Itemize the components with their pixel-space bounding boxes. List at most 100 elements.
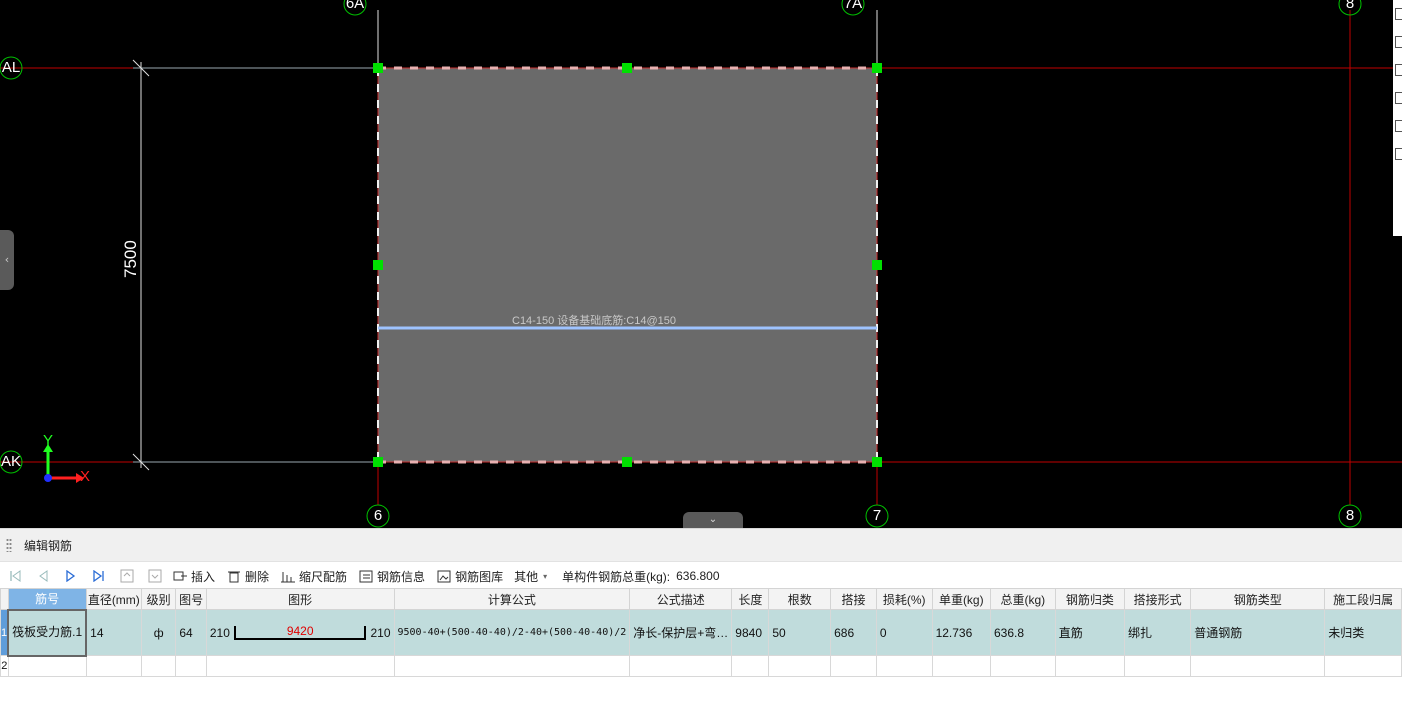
cell-unit-weight[interactable] [931,655,992,677]
rebar-label[interactable]: C14-150 设备基础底筋:C14@150 [512,312,676,328]
cell-lap-type[interactable] [1124,655,1192,677]
cell-rebar-type[interactable]: 普通钢筋 [1190,609,1326,656]
tool-icon[interactable] [1395,92,1402,104]
cell-length[interactable] [731,655,770,677]
scale-rebar-label: 缩尺配筋 [299,569,348,584]
grip-handle [872,260,882,270]
cell-loss[interactable] [875,655,933,677]
cell-formula[interactable] [393,655,631,677]
cell-shape[interactable] [205,655,395,677]
cell-total-weight[interactable] [990,655,1056,677]
column-header[interactable]: 钢筋类型 [1190,588,1326,610]
tool-icon[interactable] [1395,36,1402,48]
grip-handle [373,457,383,467]
bottom-panel-toggle[interactable]: ⌄ [683,512,743,528]
row-number[interactable]: 1 [0,609,9,656]
cell-diameter[interactable]: 14 [85,609,142,656]
cell-formula[interactable]: 9500-40+(500-40-40)/2-40+(500-40-40)/2 [393,609,631,656]
column-header[interactable]: 搭接形式 [1124,588,1192,610]
rebar-library-button[interactable]: 钢筋图库 [436,568,503,585]
tool-icon[interactable] [1395,64,1402,76]
cell-diameter[interactable] [85,655,142,677]
left-panel-toggle[interactable]: ‹ [0,230,14,290]
move-down-icon[interactable] [144,566,166,586]
cell-figure-no[interactable] [175,655,207,677]
first-record-icon[interactable] [4,566,26,586]
right-toolbar-strip [1393,0,1402,236]
cell-stage[interactable]: 未归类 [1324,609,1402,656]
next-record-icon[interactable] [60,566,82,586]
cell-unit-weight[interactable]: 12.736 [931,609,992,656]
grip-handle [622,457,632,467]
axis-label-7: 7 [872,507,882,524]
grip-handle [373,63,383,73]
drawing-canvas[interactable]: 6A 7A 8 6 7 8 AL AK 7500 C14-150 设备基础底筋:… [0,0,1402,528]
list-icon [358,569,373,584]
shape-right-length: 210 [370,625,391,640]
panel-header[interactable]: 编辑钢筋 [0,528,1402,562]
column-header[interactable]: 图形 [205,588,395,610]
column-header[interactable]: 公式描述 [629,588,733,610]
grip-handle [872,63,882,73]
rebar-info-label: 钢筋信息 [377,569,426,584]
column-header[interactable]: 图号 [175,588,207,610]
prev-record-icon[interactable] [32,566,54,586]
cell-shape[interactable]: 210 9420 210 [205,609,395,656]
cell-rebar-type[interactable] [1190,655,1326,677]
cell-grade[interactable] [140,655,177,677]
table-row[interactable]: 2 [0,655,1402,677]
column-header[interactable]: 筋号 [7,588,87,610]
cell-name[interactable] [7,655,87,677]
cell-count[interactable] [768,655,832,677]
tool-icon[interactable] [1395,120,1402,132]
cell-lap-type[interactable]: 绑扎 [1124,609,1192,656]
column-header[interactable]: 直径(mm) [85,588,142,610]
column-header[interactable]: 级别 [140,588,177,610]
cell-stage[interactable] [1324,655,1402,677]
edit-rebar-panel: 编辑钢筋 插入 删除 缩尺配筋 钢筋信息 钢筋图库 其他 ▾ 单构件钢筋总重(k… [0,528,1402,726]
axis-label-AK: AK [0,453,21,470]
cell-lap[interactable]: 686 [830,609,877,656]
row-header-corner [0,588,9,610]
cell-total-weight[interactable]: 636.8 [990,609,1056,656]
cell-category[interactable]: 直筋 [1054,609,1126,656]
tool-icon[interactable] [1395,148,1402,160]
column-header[interactable]: 施工段归属 [1324,588,1402,610]
move-up-icon[interactable] [116,566,138,586]
cell-formula-desc[interactable]: 净长-保护层+弯… [629,609,733,656]
cell-category[interactable] [1054,655,1126,677]
rebar-table: 筋号 直径(mm) 级别 图号 图形 计算公式 公式描述 长度 根数 搭接 损耗… [0,588,1402,677]
chevron-left-icon: ‹ [4,253,10,266]
column-header[interactable]: 长度 [731,588,770,610]
table-row[interactable]: 1 筏板受力筋.1 14 ф 64 210 9420 210 9500-40+(… [0,608,1402,657]
cell-lap[interactable] [830,655,877,677]
last-record-icon[interactable] [88,566,110,586]
column-header[interactable]: 钢筋归类 [1054,588,1126,610]
insert-label: 插入 [191,569,216,584]
cell-grade[interactable]: ф [140,609,177,656]
column-header[interactable]: 根数 [768,588,832,610]
column-header[interactable]: 单重(kg) [931,588,992,610]
column-header[interactable]: 搭接 [830,588,877,610]
cell-formula-desc[interactable] [629,655,733,677]
drag-grip-icon[interactable] [6,538,12,552]
cell-figure-no[interactable]: 64 [175,609,207,656]
cell-length[interactable]: 9840 [731,609,770,656]
rebar-info-button[interactable]: 钢筋信息 [358,568,425,585]
insert-button[interactable]: 插入 [172,568,215,585]
other-dropdown[interactable]: 其他 ▾ [514,568,547,585]
column-header[interactable]: 计算公式 [393,588,631,610]
delete-button[interactable]: 删除 [226,568,269,585]
scale-rebar-button[interactable]: 缩尺配筋 [280,568,347,585]
cell-count[interactable]: 50 [768,609,832,656]
grip-handle [622,63,632,73]
column-header[interactable]: 总重(kg) [990,588,1056,610]
cell-name[interactable]: 筏板受力筋.1 [7,608,88,657]
axis-label-8-bottom: 8 [1345,507,1355,524]
total-weight-value: 636.800 [676,569,720,583]
column-header[interactable]: 损耗(%) [875,588,933,610]
row-number[interactable]: 2 [0,655,9,677]
axis-label-7A: 7A [843,0,863,12]
cell-loss[interactable]: 0 [875,609,933,656]
tool-icon[interactable] [1395,8,1402,20]
